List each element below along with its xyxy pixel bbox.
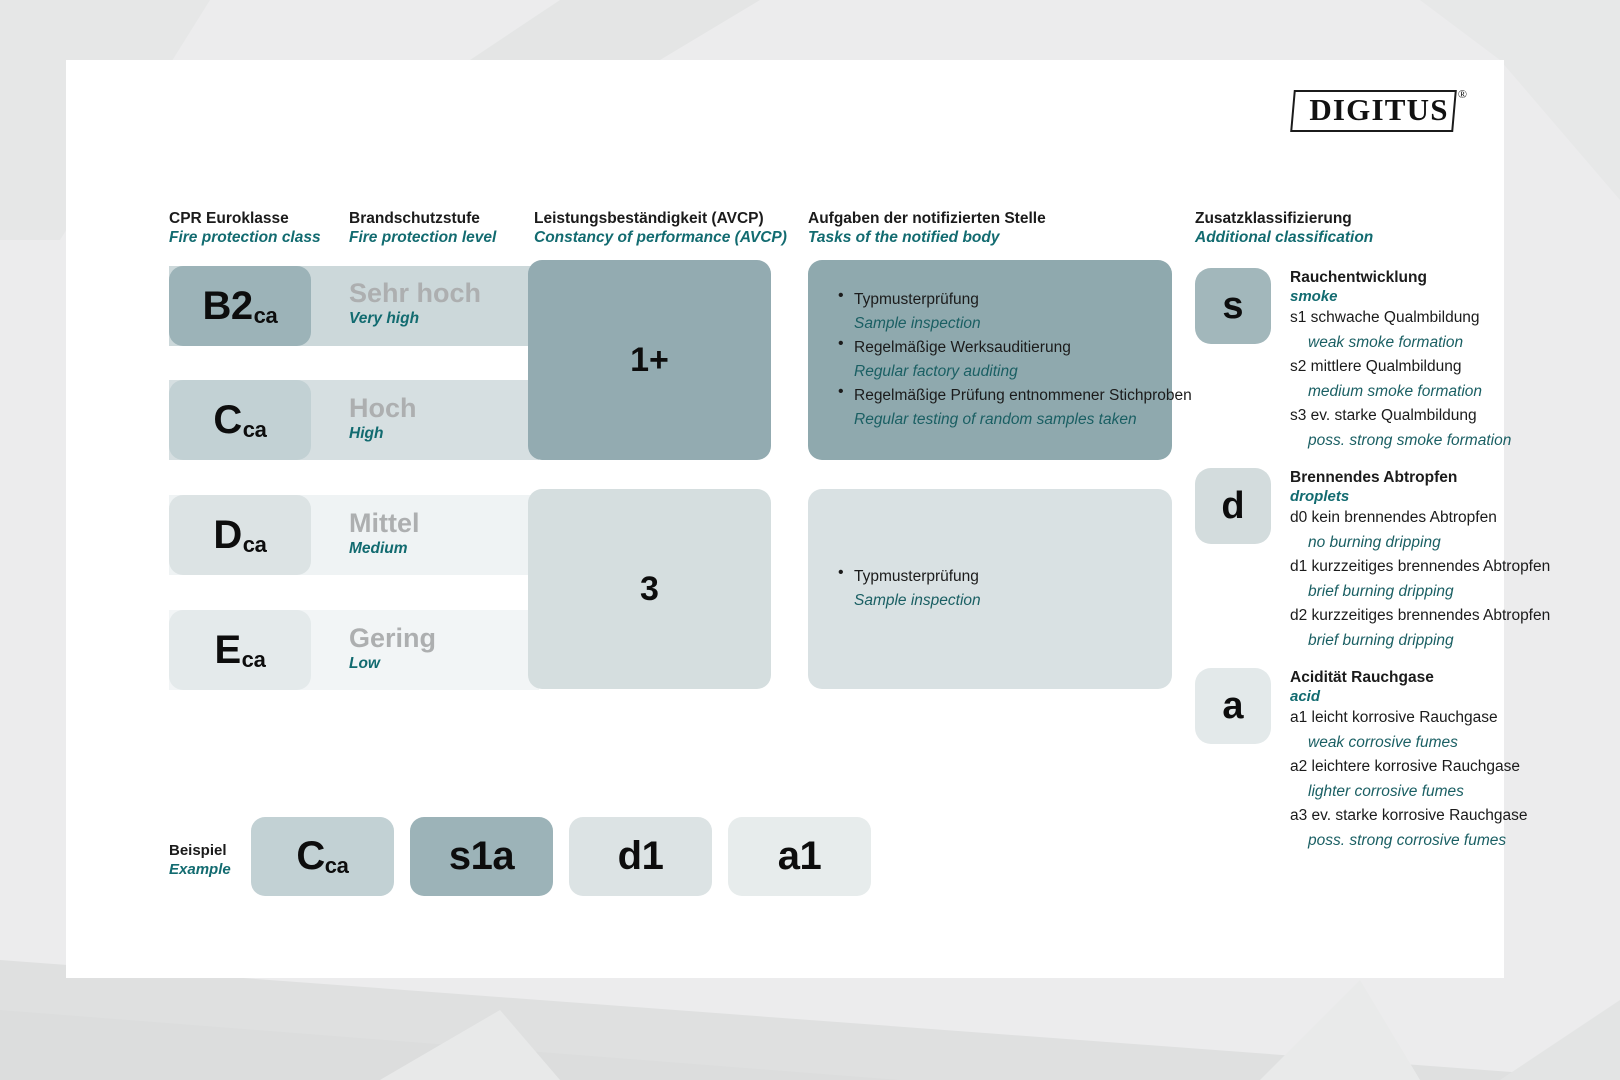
task-item: Regelmäßige Werksauditierung Regular fac…: [838, 335, 1172, 384]
logo-wordmark: DIGITUS: [1309, 92, 1449, 127]
example-value: s1a: [448, 834, 515, 878]
badge-letter: a: [1222, 684, 1244, 727]
avcp-box-1plus[interactable]: 1+: [528, 260, 771, 460]
avcp-box-3[interactable]: 3: [528, 489, 771, 689]
class-letter: C: [213, 397, 242, 442]
class-subscript: ca: [242, 532, 267, 557]
class-chip-dca[interactable]: D ca: [169, 495, 311, 575]
example-value: d1: [617, 834, 664, 878]
level-b2ca: Sehr hoch Very high: [349, 278, 482, 327]
header-avcp: Leistungsbeständigkeit (AVCP) Constancy …: [534, 210, 787, 246]
badge-letter: s: [1222, 284, 1244, 327]
header-notified-body-tasks: Aufgaben der notifizierten Stelle Tasks …: [808, 210, 1046, 246]
digitus-logo: DIGITUS ®: [1290, 84, 1467, 136]
task-item: Typmusterprüfung Sample inspection: [838, 564, 1172, 613]
tasks-list: Typmusterprüfung Sample inspection Regel…: [838, 287, 1192, 432]
badge-d[interactable]: d: [1195, 468, 1271, 544]
class-chip-cca[interactable]: C ca: [169, 380, 311, 460]
task-item: Typmusterprüfung Sample inspection: [838, 287, 1172, 336]
example-box-s1a[interactable]: s1a: [410, 817, 553, 896]
class-subscript: ca: [242, 417, 267, 442]
class-chip-b2ca[interactable]: B2 ca: [169, 266, 311, 346]
content-card: DIGITUS ® CPR Euroklasse Fire protection…: [66, 60, 1550, 978]
level-eca: Gering Low: [349, 623, 437, 672]
example-box-a1[interactable]: a1: [728, 817, 871, 896]
badge-letter: d: [1221, 484, 1245, 527]
header-additional-classification: Zusatzklassifizierung Additional classif…: [1195, 210, 1374, 246]
example-box-d1[interactable]: d1: [569, 817, 712, 896]
example-value: C: [296, 834, 325, 878]
additional-group-acid: a Acidität Rauchgase acid a1 leicht korr…: [1195, 668, 1575, 858]
additional-group-droplets: d Brennendes Abtropfen droplets d0 kein …: [1195, 468, 1575, 658]
class-letter: D: [213, 512, 242, 557]
infographic-page: DIGITUS ® CPR Euroklasse Fire protection…: [0, 0, 1620, 1080]
class-subscript: ca: [241, 647, 266, 672]
header-cpr-class: CPR Euroklasse Fire protection class: [169, 210, 321, 246]
additional-group-smoke: s Rauchentwicklung smoke s1 schwache Qua…: [1195, 268, 1575, 458]
avcp-value: 1+: [630, 340, 669, 379]
example-box-cca[interactable]: C ca: [251, 817, 394, 896]
level-cca: Hoch High: [349, 393, 417, 442]
class-chip-eca[interactable]: E ca: [169, 610, 311, 690]
example-subscript: ca: [324, 853, 349, 878]
badge-a[interactable]: a: [1195, 668, 1271, 744]
tasks-box-avcp1plus: Typmusterprüfung Sample inspection Regel…: [808, 260, 1192, 460]
class-letter: E: [214, 627, 241, 672]
tasks-box-avcp3: Typmusterprüfung Sample inspection: [808, 489, 1172, 689]
level-dca: Mittel Medium: [349, 508, 420, 557]
registered-trademark-icon: ®: [1457, 87, 1467, 101]
badge-s[interactable]: s: [1195, 268, 1271, 344]
task-item: Regelmäßige Prüfung entnommener Stichpro…: [838, 383, 1192, 432]
smoke-details: Rauchentwicklung smoke s1 schwache Qualm…: [1290, 269, 1512, 449]
header-protection-level: Brandschutzstufe Fire protection level: [349, 210, 497, 246]
avcp-value: 3: [640, 569, 659, 608]
example-label: Beispiel Example: [169, 842, 231, 878]
class-letter: B2: [202, 283, 253, 328]
class-subscript: ca: [253, 303, 278, 328]
acid-details: Acidität Rauchgase acid a1 leicht korros…: [1290, 669, 1528, 849]
droplets-details: Brennendes Abtropfen droplets d0 kein br…: [1290, 469, 1551, 649]
example-value: a1: [777, 834, 822, 878]
tasks-list: Typmusterprüfung Sample inspection: [838, 564, 1172, 613]
